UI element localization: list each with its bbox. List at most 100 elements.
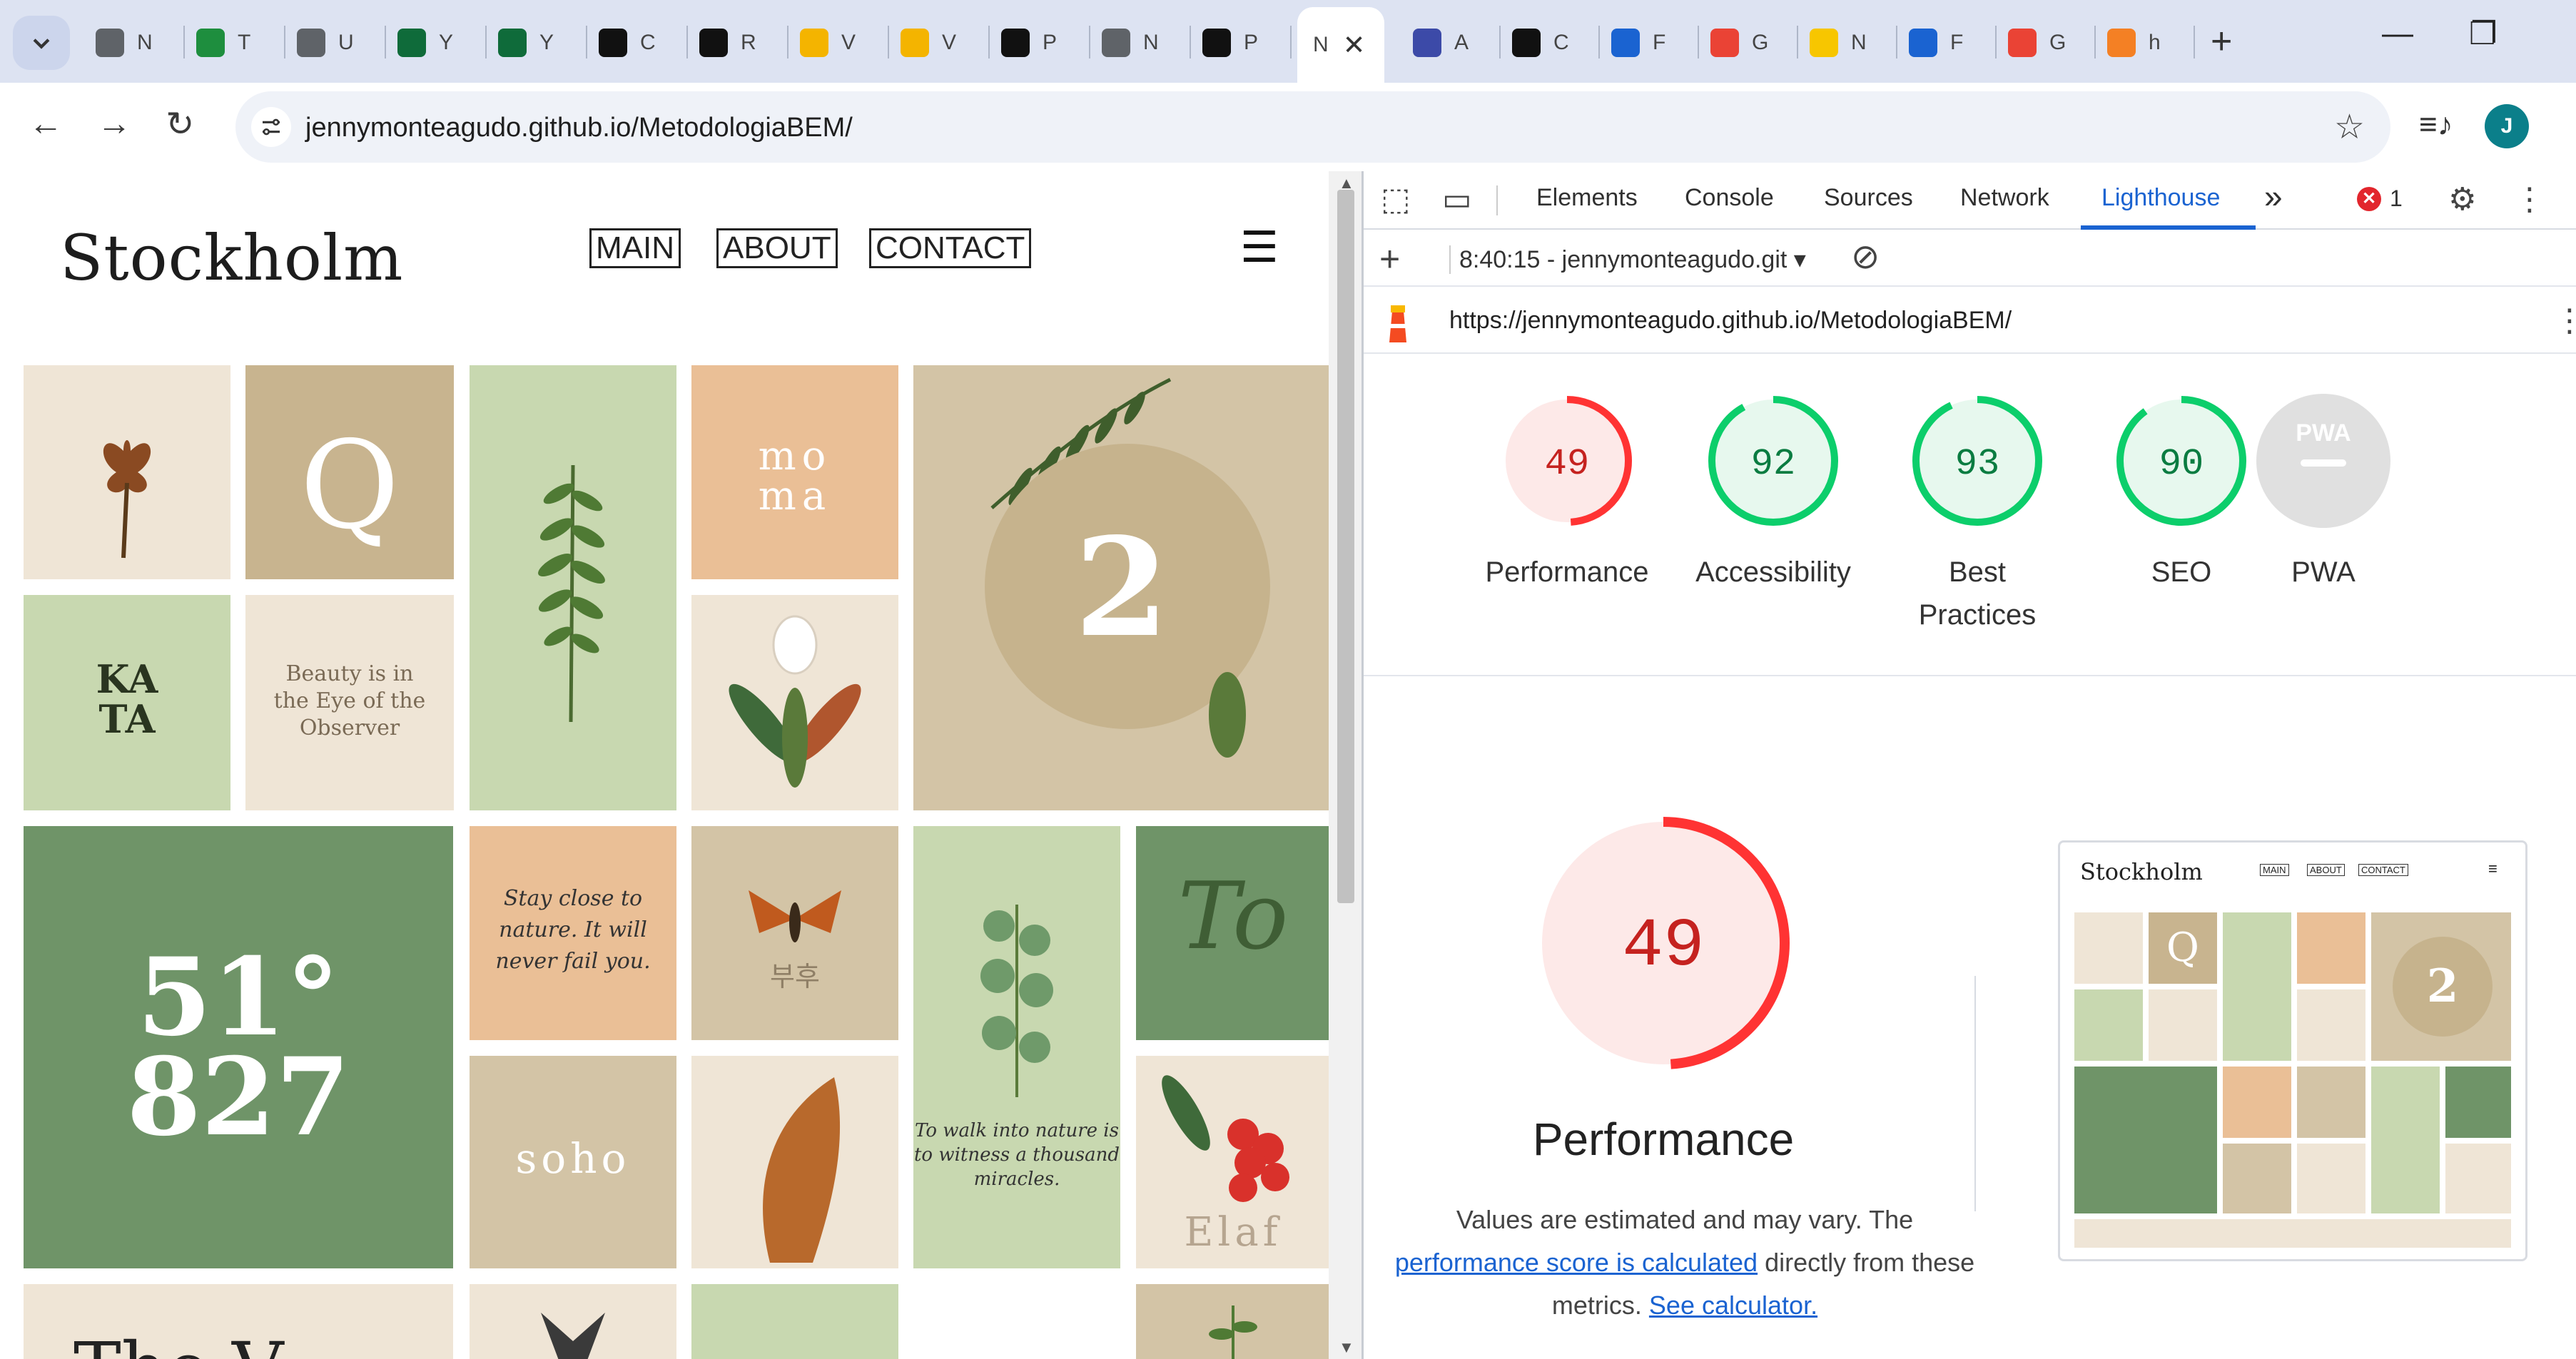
tile-number[interactable]: 51° 827 (24, 826, 453, 1268)
report-menu-icon[interactable]: ⋮ (2554, 302, 2576, 339)
close-tab-icon[interactable]: ✕ (1343, 29, 1366, 61)
chevron-down-icon (33, 39, 50, 49)
reload-icon[interactable]: ↻ (166, 104, 194, 144)
tile-moth[interactable]: 부후 (691, 826, 898, 1040)
tile-soho[interactable]: soho (470, 1056, 676, 1268)
tile-beauty[interactable]: Beauty is in the Eye of the Observer (245, 595, 454, 810)
scroll-down-icon[interactable]: ▼ (1339, 1338, 1354, 1357)
browser-tab[interactable]: h (2107, 14, 2161, 71)
nav-link-contact[interactable]: CONTACT (869, 228, 1032, 268)
browser-tab-title: U (338, 31, 354, 54)
report-selector[interactable]: 8:40:15 - jennymonteagudo.git ▾ (1459, 245, 1806, 274)
performance-big-value: 49 (1622, 907, 1704, 985)
media-controls-icon[interactable]: ≡♪ (2419, 107, 2453, 143)
forward-icon[interactable]: → (97, 104, 131, 143)
browser-tab[interactable]: N (1102, 14, 1159, 71)
thumb-tile-two: 2 (2371, 912, 2511, 1061)
browser-tab[interactable]: A (1413, 14, 1469, 71)
settings-gear-icon[interactable]: ⚙ (2448, 181, 2476, 218)
tab-elements[interactable]: Elements (1536, 184, 1638, 212)
see-calculator-link[interactable]: See calculator. (1649, 1291, 1817, 1320)
tile-walk[interactable]: To walk into nature is to witness a thou… (913, 826, 1120, 1268)
site-info-icon[interactable] (251, 107, 291, 147)
tile-fern[interactable] (470, 365, 676, 810)
gauge-performance[interactable]: 49 Performance (1474, 390, 1660, 594)
browser-tab-title: T (238, 31, 251, 54)
tab-sources[interactable]: Sources (1824, 184, 1913, 212)
gauge-best-practices[interactable]: 93 Best Practices (1885, 390, 2070, 636)
hamburger-menu-icon[interactable]: ☰ (1240, 223, 1279, 273)
site-logo[interactable]: Stockholm (60, 221, 403, 295)
report-url[interactable]: https://jennymonteagudo.github.io/Metodo… (1449, 307, 2012, 335)
globe-icon (96, 29, 124, 57)
tile-sprout[interactable] (1136, 1284, 1330, 1359)
gauge-accessibility[interactable]: 92 Accessibility (1680, 390, 1866, 594)
restore-button[interactable]: ❐ (2469, 16, 2497, 52)
clear-report-icon[interactable]: ⊘ (1851, 237, 1880, 277)
new-tab-button[interactable]: + (2211, 20, 2232, 63)
report-divider (1449, 245, 1451, 274)
tile-magnolia[interactable] (691, 595, 898, 810)
browser-tab[interactable]: P (1202, 14, 1258, 71)
inspect-element-icon[interactable]: ⬚ (1381, 181, 1411, 218)
browser-tab[interactable]: Y (397, 14, 453, 71)
tile-kata[interactable]: KA TA (24, 595, 230, 810)
browser-tab[interactable]: P (1001, 14, 1057, 71)
tab-network[interactable]: Network (1960, 184, 2049, 212)
tile-two[interactable]: 2 (913, 365, 1330, 810)
tile-elaf[interactable]: Elaf (1136, 1056, 1330, 1268)
nav-link-about[interactable]: ABOUT (716, 228, 838, 268)
tab-search-button[interactable] (13, 16, 70, 70)
page-scrollbar[interactable]: ▲ ▼ (1329, 171, 1361, 1359)
nav-link-main[interactable]: MAIN (589, 228, 681, 268)
tab-separator (988, 26, 990, 58)
more-tabs-icon[interactable]: » (2264, 177, 2283, 215)
lighthouse-logo-icon (1389, 305, 1406, 342)
tile-cotton[interactable] (24, 365, 230, 579)
tile-bottom-text[interactable]: The V (24, 1284, 453, 1359)
browser-tab[interactable]: G (2008, 14, 2066, 71)
browser-tab[interactable]: T (196, 14, 250, 71)
browser-tab-title: C (640, 31, 656, 54)
browser-tab[interactable]: V (800, 14, 856, 71)
tile-leaf[interactable] (691, 1056, 898, 1268)
browser-tab[interactable]: G (1710, 14, 1768, 71)
error-count-badge[interactable]: ✕ 1 (2357, 185, 2403, 212)
back-icon[interactable]: ← (29, 104, 63, 143)
performance-score-link[interactable]: performance score is calculated (1395, 1248, 1758, 1277)
browser-tab[interactable]: C (1512, 14, 1569, 71)
device-toolbar-icon[interactable]: ▭ (1442, 181, 1472, 218)
gauge-label: Accessibility (1695, 556, 1851, 588)
browser-tab[interactable]: F (1611, 14, 1665, 71)
address-bar[interactable]: jennymonteagudo.github.io/MetodologiaBEM… (235, 91, 2390, 163)
gauge-pwa[interactable]: PWA PWA (2231, 390, 2416, 594)
w-icon (599, 29, 627, 57)
browser-tab[interactable]: V (901, 14, 956, 71)
more-options-icon[interactable]: ⋮ (2514, 181, 2545, 218)
tab-console[interactable]: Console (1685, 184, 1774, 212)
tile-stay[interactable]: Stay close to nature. It will never fail… (470, 826, 676, 1040)
tile-green[interactable] (691, 1284, 898, 1359)
browser-tab[interactable]: C (599, 14, 656, 71)
browser-tab[interactable]: N (96, 14, 153, 71)
browser-tab[interactable]: R (699, 14, 756, 71)
scroll-thumb[interactable] (1337, 190, 1354, 903)
active-tab[interactable]: N ✕ (1297, 7, 1384, 83)
profile-avatar[interactable]: J (2485, 104, 2529, 148)
browser-tab[interactable]: F (1909, 14, 1963, 71)
tile-moma[interactable]: mo ma (691, 365, 898, 579)
report-selector-text: 8:40:15 - jennymonteagudo.git (1459, 246, 1788, 273)
google-icon (1710, 29, 1739, 57)
browser-tab[interactable]: N (1810, 14, 1867, 71)
page-screenshot-thumbnail[interactable]: Stockholm MAIN ABOUT CONTACT ≡ Q 2 (2058, 840, 2527, 1261)
minimize-button[interactable]: — (2382, 16, 2413, 51)
tile-butterfly[interactable] (470, 1284, 676, 1359)
tab-lighthouse[interactable]: Lighthouse (2101, 184, 2220, 212)
browser-tab[interactable]: Y (498, 14, 554, 71)
tile-q[interactable]: Q (245, 365, 454, 579)
tile-to[interactable]: To (1136, 826, 1330, 1040)
new-report-icon[interactable]: + (1379, 238, 1400, 280)
thumb-tile (2223, 1144, 2291, 1213)
bookmark-star-icon[interactable]: ☆ (2334, 107, 2365, 147)
browser-tab[interactable]: U (297, 14, 354, 71)
